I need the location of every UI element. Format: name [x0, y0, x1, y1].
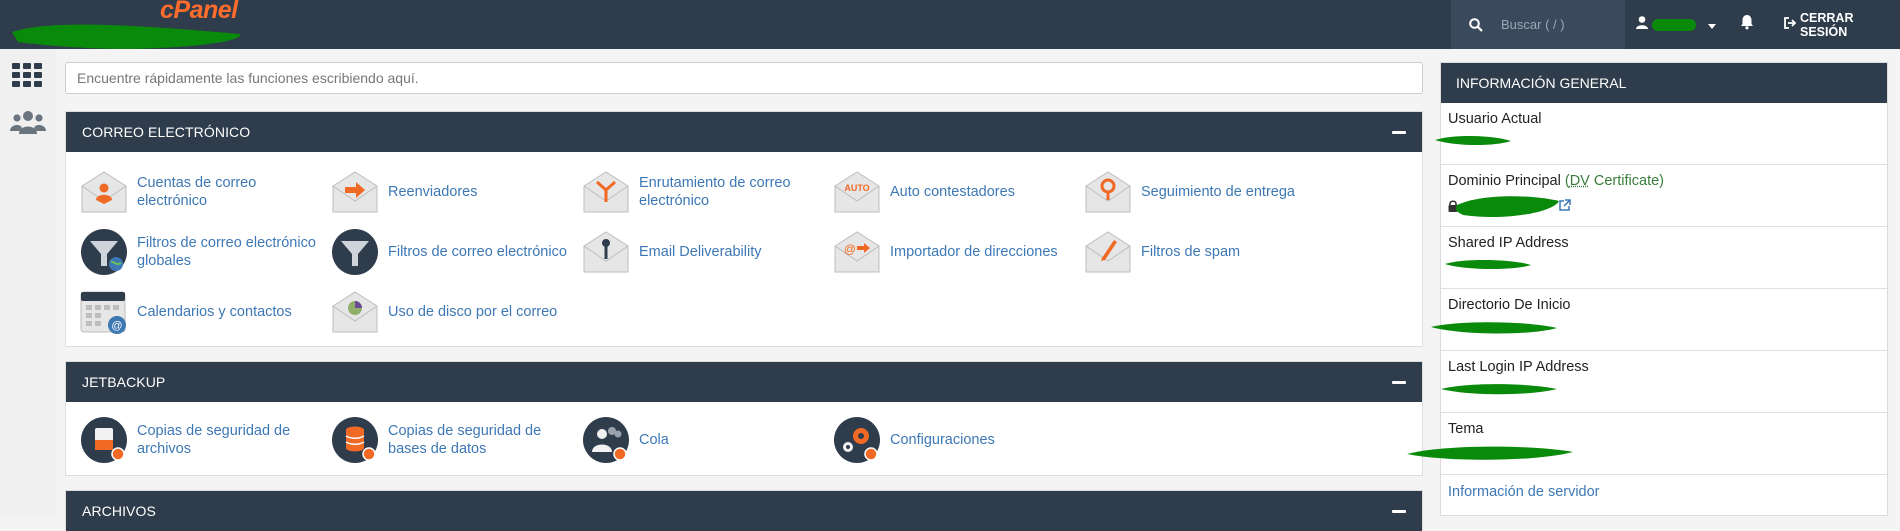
server-info-link[interactable]: Información de servidor — [1441, 475, 1887, 509]
search-icon — [1469, 17, 1491, 32]
top-bar: cPanel CERRAR SESIÓN — [0, 0, 1900, 49]
info-shared-ip: Shared IP Address — [1441, 227, 1887, 289]
database-backups-link[interactable]: Copias de seguridad de bases de datos — [331, 414, 581, 466]
email-section-title: CORREO ELECTRÓNICO — [82, 124, 251, 140]
email-routing-icon — [583, 171, 629, 213]
settings-link[interactable]: Configuraciones — [833, 414, 1083, 466]
address-importer-link[interactable]: @ Importador de direcciones — [833, 226, 1083, 278]
jetbackup-section-header[interactable]: JETBACKUP — [66, 362, 1422, 402]
grid-apps-icon[interactable] — [12, 63, 42, 92]
email-disk-usage-icon — [332, 291, 378, 333]
autoresponders-icon: AUTO — [834, 171, 880, 213]
collapse-icon[interactable] — [1392, 380, 1406, 384]
spam-filters-icon — [1085, 231, 1131, 273]
email-section: CORREO ELECTRÓNICO Cuentas de correo ele… — [65, 111, 1423, 347]
calendars-contacts-link[interactable]: @ Calendarios y contactos — [80, 286, 330, 338]
settings-gear-icon — [834, 417, 880, 463]
global-email-filters-link[interactable]: Filtros de correo electrónico globales — [80, 226, 330, 278]
files-section-title: ARCHIVOS — [82, 503, 156, 519]
track-delivery-icon — [1085, 171, 1131, 213]
email-section-header[interactable]: CORREO ELECTRÓNICO — [66, 112, 1422, 152]
redaction-scribble — [1455, 196, 1559, 218]
general-info-header: INFORMACIÓN GENERAL — [1441, 63, 1887, 103]
quick-feature-search-input[interactable] — [65, 62, 1423, 94]
files-section-header[interactable]: ARCHIVOS — [66, 491, 1422, 531]
global-email-filters-icon — [81, 229, 127, 275]
file-backups-icon — [81, 417, 127, 463]
svg-text:@: @ — [111, 320, 122, 332]
email-filters-link[interactable]: Filtros de correo electrónico — [331, 226, 581, 278]
spam-filters-link[interactable]: Filtros de spam — [1084, 226, 1334, 278]
redaction-scribble — [1407, 446, 1573, 460]
info-primary-domain: Dominio Principal (DV Certificate) — [1441, 165, 1887, 227]
email-accounts-link[interactable]: Cuentas de correo electrónico — [80, 166, 330, 218]
queue-link[interactable]: Cola — [582, 414, 832, 466]
global-search[interactable] — [1451, 0, 1625, 49]
info-current-user: Usuario Actual — [1435, 103, 1887, 165]
collapse-icon[interactable] — [1392, 130, 1406, 134]
email-disk-usage-link[interactable]: Uso de disco por el correo — [331, 286, 581, 338]
redaction-scribble — [1445, 259, 1531, 270]
bell-icon[interactable] — [1740, 14, 1754, 35]
autoresponders-link[interactable]: AUTO Auto contestadores — [833, 166, 1083, 218]
database-backups-icon — [332, 417, 378, 463]
redaction-scribble — [1435, 135, 1511, 146]
general-info-title: INFORMACIÓN GENERAL — [1456, 75, 1627, 91]
address-importer-icon: @ — [834, 231, 880, 273]
email-deliverability-icon — [583, 231, 629, 273]
cpanel-logo[interactable]: cPanel — [160, 0, 238, 25]
files-section: ARCHIVOS — [65, 490, 1423, 531]
users-icon[interactable] — [10, 110, 46, 139]
email-deliverability-link[interactable]: Email Deliverability — [582, 226, 832, 278]
username-redacted — [1652, 18, 1696, 31]
info-home-directory: Directorio De Inicio — [1431, 289, 1887, 351]
chevron-down-icon — [1708, 16, 1716, 34]
email-filters-icon — [332, 229, 378, 275]
user-icon — [1636, 15, 1648, 34]
logout-icon — [1784, 17, 1800, 32]
dv-certificate-link[interactable]: (DV Certificate) — [1565, 173, 1664, 189]
external-link-icon[interactable] — [1559, 198, 1571, 216]
track-delivery-link[interactable]: Seguimiento de entrega — [1084, 166, 1334, 218]
forwarders-icon — [332, 171, 378, 213]
collapse-icon[interactable] — [1392, 509, 1406, 513]
queue-icon — [583, 417, 629, 463]
info-theme: Tema — [1407, 413, 1887, 475]
left-rail — [0, 49, 56, 516]
general-info-panel: INFORMACIÓN GENERAL Usuario Actual Domin… — [1407, 62, 1888, 516]
email-routing-link[interactable]: Enrutamiento de correo electrónico — [582, 166, 832, 218]
search-input[interactable] — [1499, 16, 1623, 33]
calendars-contacts-icon: @ — [80, 291, 126, 334]
jetbackup-section: JETBACKUP Copias de seguridad de archivo… — [65, 361, 1423, 476]
svg-text:AUTO: AUTO — [844, 183, 869, 193]
info-last-login-ip: Last Login IP Address — [1441, 351, 1887, 413]
redaction-scribble — [1431, 322, 1557, 334]
logout-button[interactable]: CERRAR SESIÓN — [1784, 0, 1900, 49]
svg-text:@: @ — [844, 242, 856, 256]
email-accounts-icon — [81, 171, 127, 213]
jetbackup-section-title: JETBACKUP — [82, 374, 166, 390]
user-menu[interactable] — [1636, 0, 1716, 49]
file-backups-link[interactable]: Copias de seguridad de archivos — [80, 414, 330, 466]
logout-label: CERRAR SESIÓN — [1800, 10, 1854, 39]
forwarders-link[interactable]: Reenviadores — [331, 166, 581, 218]
redaction-scribble — [1441, 384, 1557, 395]
